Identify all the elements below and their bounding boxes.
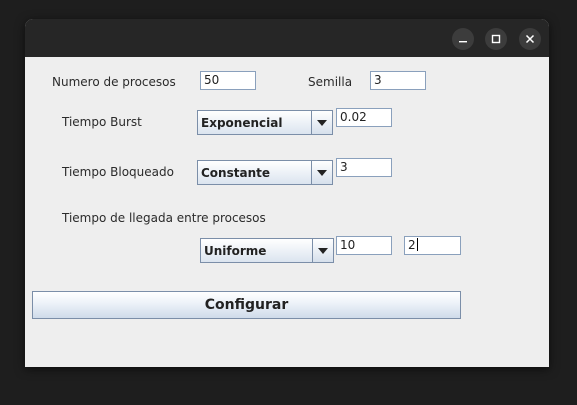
- llegada-max-value: 2: [408, 238, 416, 252]
- chevron-down-icon: [318, 248, 328, 254]
- llegada-min-input[interactable]: 10: [336, 236, 392, 255]
- burst-dropdown-arrow[interactable]: [311, 111, 332, 134]
- maximize-icon: [491, 34, 501, 44]
- minimize-icon: [459, 41, 467, 43]
- burst-value-input[interactable]: 0.02: [336, 108, 392, 127]
- bloqueado-value-input[interactable]: 3: [336, 158, 392, 177]
- close-button[interactable]: [519, 28, 541, 50]
- chevron-down-icon: [317, 170, 327, 176]
- llegada-max-input[interactable]: 2: [404, 236, 461, 255]
- bloqueado-dropdown-arrow[interactable]: [311, 161, 332, 184]
- burst-label: Tiempo Burst: [62, 115, 142, 129]
- bloqueado-distribution-select[interactable]: Constante: [197, 160, 333, 185]
- num-procesos-label: Numero de procesos: [52, 75, 176, 89]
- num-procesos-input[interactable]: 50: [200, 71, 256, 90]
- bloqueado-distribution-value: Constante: [201, 166, 270, 180]
- close-icon: [525, 34, 535, 44]
- chevron-down-icon: [317, 120, 327, 126]
- burst-distribution-select[interactable]: Exponencial: [197, 110, 333, 135]
- bloqueado-label: Tiempo Bloqueado: [62, 165, 174, 179]
- text-caret: [416, 238, 418, 251]
- semilla-label: Semilla: [308, 75, 353, 89]
- llegada-distribution-value: Uniforme: [204, 244, 267, 258]
- llegada-distribution-select[interactable]: Uniforme: [200, 238, 334, 263]
- form-panel: Numero de procesos 50 Semilla 3 Tiempo B…: [25, 57, 549, 367]
- minimize-button[interactable]: [452, 28, 474, 50]
- llegada-dropdown-arrow[interactable]: [312, 239, 333, 262]
- app-window: Numero de procesos 50 Semilla 3 Tiempo B…: [25, 19, 549, 367]
- maximize-button[interactable]: [485, 28, 507, 50]
- title-bar[interactable]: [25, 19, 549, 57]
- semilla-input[interactable]: 3: [370, 71, 426, 90]
- llegada-label: Tiempo de llegada entre procesos: [62, 211, 266, 225]
- burst-distribution-value: Exponencial: [201, 116, 283, 130]
- configurar-button[interactable]: Configurar: [32, 291, 461, 319]
